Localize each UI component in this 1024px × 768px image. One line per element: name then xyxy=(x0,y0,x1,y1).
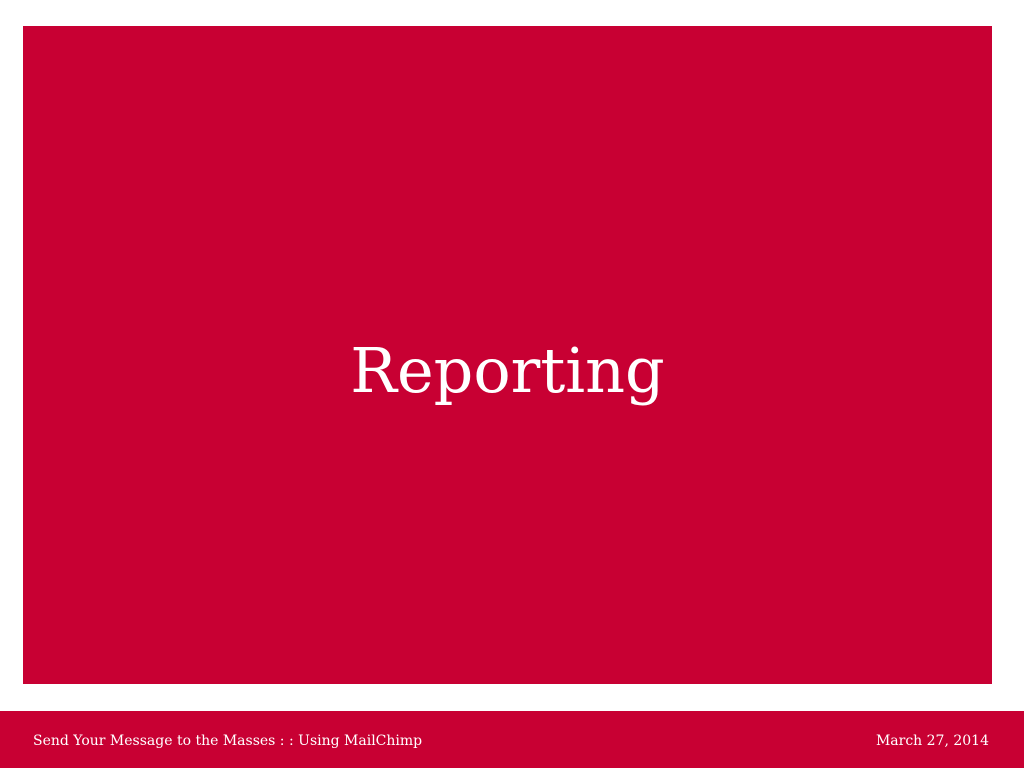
footer-presentation-title: Send Your Message to the Masses : : Usin… xyxy=(33,733,423,749)
title-panel: Reporting xyxy=(23,26,992,684)
slide: Reporting Send Your Message to the Masse… xyxy=(0,0,1024,768)
footer-bar: Send Your Message to the Masses : : Usin… xyxy=(0,711,1024,768)
slide-title: Reporting xyxy=(350,333,665,407)
footer-date: March 27, 2014 xyxy=(875,733,989,749)
